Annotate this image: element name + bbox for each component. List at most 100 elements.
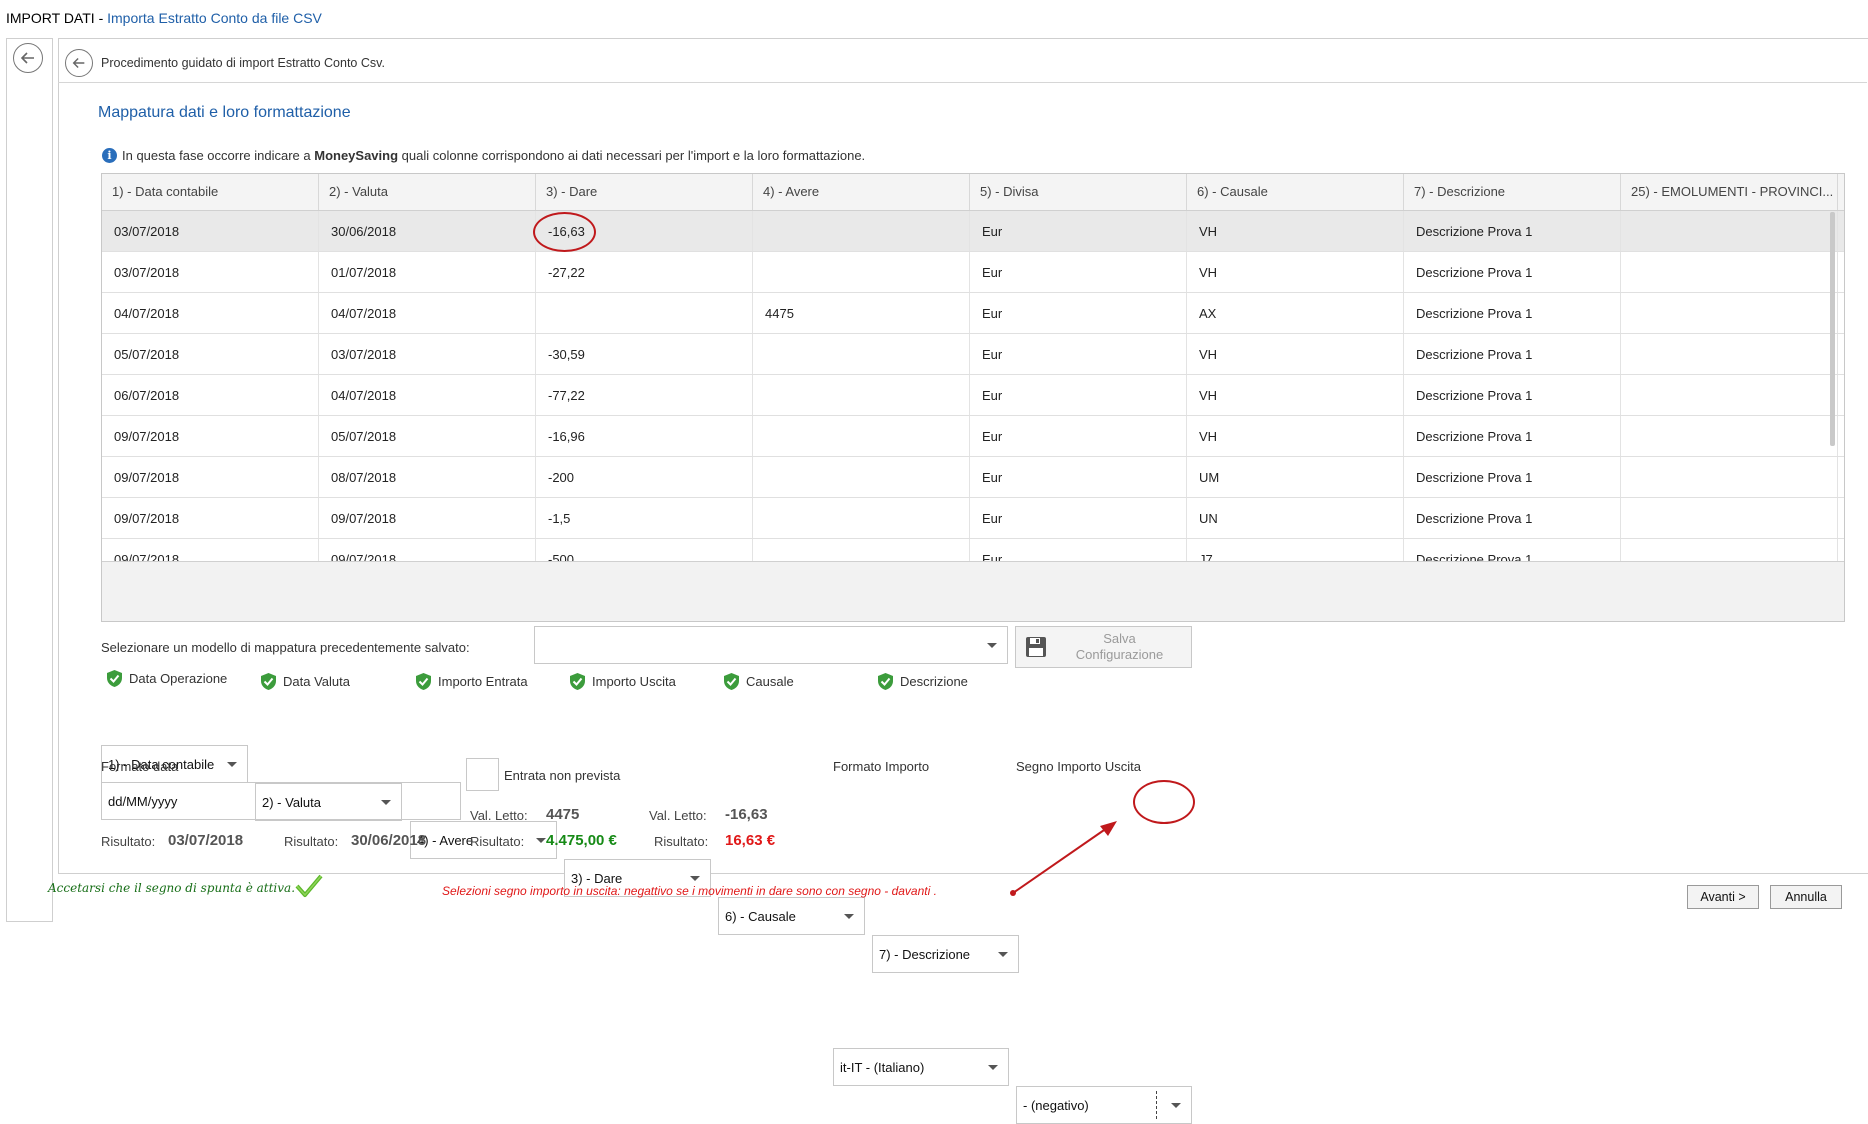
amount-format-value: it-IT - (Italiano) xyxy=(840,1059,925,1075)
table-cell: VH xyxy=(1187,211,1404,251)
chevron-down-icon xyxy=(987,643,997,648)
sign-out-select[interactable]: - (negativo) xyxy=(1016,1086,1192,1124)
save-config-button[interactable]: Salva Configurazione xyxy=(1015,626,1192,668)
column-header[interactable]: 2) - Valuta xyxy=(319,174,536,210)
mapping-label: Importo Entrata xyxy=(415,672,528,691)
header-divider xyxy=(58,82,1867,83)
column-header[interactable]: 1) - Data contabile xyxy=(102,174,319,210)
table-cell: UM xyxy=(1187,457,1404,497)
highlight-ring-dare xyxy=(533,212,596,252)
section-title: Mappatura dati e loro formattazione xyxy=(98,104,351,121)
wizard-header-text: Procedimento guidato di import Estratto … xyxy=(101,56,385,70)
arrow-left-icon xyxy=(72,58,85,68)
check-note: Accetarsi che il segno di spunta è attiv… xyxy=(48,881,296,895)
in-result-label: Risultato: xyxy=(470,834,525,849)
table-cell xyxy=(1621,416,1838,456)
column-header[interactable]: 7) - Descrizione xyxy=(1404,174,1621,210)
table-cell: 09/07/2018 xyxy=(102,416,319,456)
title-subtitle: Importa Estratto Conto da file CSV xyxy=(107,10,322,26)
table-cell: 05/07/2018 xyxy=(319,416,536,456)
table-row[interactable]: 09/07/2018 09/07/2018 -1,5 Eur UN Descrizione… xyxy=(102,498,1844,539)
table-cell xyxy=(753,416,970,456)
table-row[interactable]: 09/07/2018 09/07/2018 -500 Eur J7 Descrizione… xyxy=(102,539,1844,561)
date-op-result: 03/07/2018 xyxy=(168,832,244,849)
highlight-ring-sign xyxy=(1133,780,1195,824)
table-cell: Eur xyxy=(970,375,1187,415)
grid-header: 1) - Data contabile 2) - Valuta 3) - Dare 4… xyxy=(102,174,1844,211)
column-header[interactable]: 25) - EMOLUMENTI - PROVINCI... xyxy=(1621,174,1838,210)
table-cell: Eur xyxy=(970,252,1187,292)
out-read-value: -16,63 xyxy=(725,806,768,823)
table-row[interactable]: 04/07/2018 04/07/2018 4475 Eur AX Descrizione… xyxy=(102,293,1844,334)
table-cell: Descrizione Prova 1 xyxy=(1404,334,1621,374)
table-cell: 30/06/2018 xyxy=(319,211,536,251)
grid-footer xyxy=(102,561,1844,621)
in-read-value: 4475 xyxy=(546,806,580,823)
back-button[interactable] xyxy=(13,43,43,73)
cancel-button[interactable]: Annulla xyxy=(1770,885,1842,909)
table-cell: 09/07/2018 xyxy=(102,498,319,538)
table-row[interactable]: 03/07/2018 30/06/2018 -16,63 Eur VH Descrizio… xyxy=(102,211,1844,252)
table-cell: 01/07/2018 xyxy=(319,252,536,292)
table-row[interactable]: 03/07/2018 01/07/2018 -27,22 Eur VH Descrizio… xyxy=(102,252,1844,293)
shield-check-icon xyxy=(416,673,431,690)
chevron-down-icon xyxy=(988,1065,998,1070)
table-cell: 08/07/2018 xyxy=(319,457,536,497)
table-cell: -500 xyxy=(536,539,753,561)
table-cell: Descrizione Prova 1 xyxy=(1404,498,1621,538)
table-cell: 09/07/2018 xyxy=(319,539,536,561)
table-cell xyxy=(753,211,970,251)
table-row[interactable]: 05/07/2018 03/07/2018 -30,59 Eur VH Descrizio… xyxy=(102,334,1844,375)
table-cell: -200 xyxy=(536,457,753,497)
grid-scrollbar[interactable] xyxy=(1830,212,1835,446)
table-cell xyxy=(1621,457,1838,497)
in-read-label: Val. Letto: xyxy=(470,808,528,823)
title-prefix: IMPORT DATI - xyxy=(6,10,108,26)
table-cell: 03/07/2018 xyxy=(319,334,536,374)
wizard-back-button[interactable] xyxy=(65,49,93,77)
mapping-label: Data Valuta xyxy=(260,672,350,691)
out-result-value: 16,63 € xyxy=(725,832,776,849)
column-header[interactable]: 6) - Causale xyxy=(1187,174,1404,210)
date-format-input[interactable]: dd/MM/yyyy xyxy=(101,782,461,820)
mapping-select-value: 7) - Descrizione xyxy=(879,946,971,962)
model-label: Selezionare un modello di mappatura prec… xyxy=(101,640,470,655)
shield-check-icon xyxy=(261,673,276,690)
mapping-label-text: Importo Uscita xyxy=(592,674,676,689)
table-cell: Eur xyxy=(970,334,1187,374)
table-cell: Descrizione Prova 1 xyxy=(1404,252,1621,292)
next-button[interactable]: Avanti > xyxy=(1687,885,1759,909)
mapping-label: Importo Uscita xyxy=(569,672,676,691)
table-cell: AX xyxy=(1187,293,1404,333)
table-cell: UN xyxy=(1187,498,1404,538)
in-result-value: 4.475,00 € xyxy=(546,832,617,849)
table-cell: Eur xyxy=(970,211,1187,251)
table-cell: Eur xyxy=(970,539,1187,561)
amount-format-label: Formato Importo xyxy=(833,759,930,774)
unexpected-income-checkbox[interactable] xyxy=(466,758,499,791)
mapping-select[interactable]: 7) - Descrizione xyxy=(872,935,1019,973)
table-cell: 03/07/2018 xyxy=(102,211,319,251)
column-header[interactable]: 4) - Avere xyxy=(753,174,970,210)
save-label-1: Salva xyxy=(1103,631,1136,646)
shield-check-icon xyxy=(724,673,739,690)
table-cell xyxy=(1621,334,1838,374)
table-row[interactable]: 06/07/2018 04/07/2018 -77,22 Eur VH Descrizio… xyxy=(102,375,1844,416)
table-row[interactable]: 09/07/2018 08/07/2018 -200 Eur UM Descrizione… xyxy=(102,457,1844,498)
table-cell: -30,59 xyxy=(536,334,753,374)
save-label-2: Configurazione xyxy=(1075,647,1164,662)
table-row[interactable]: 09/07/2018 05/07/2018 -16,96 Eur VH Descrizio… xyxy=(102,416,1844,457)
column-header[interactable]: 5) - Divisa xyxy=(970,174,1187,210)
chevron-down-icon xyxy=(536,838,546,843)
out-result-label: Risultato: xyxy=(654,834,709,849)
csv-preview-grid[interactable]: 1) - Data contabile 2) - Valuta 3) - Dare 4… xyxy=(101,173,1845,622)
info-text-after: quali colonne corrispondono ai dati nece… xyxy=(398,148,866,163)
mapping-select[interactable]: 6) - Causale xyxy=(718,897,865,935)
column-header[interactable]: 3) - Dare xyxy=(536,174,753,210)
chevron-down-icon xyxy=(1171,1103,1181,1108)
date-val-result: 30/06/2018 xyxy=(351,832,427,849)
chevron-down-icon xyxy=(690,876,700,881)
chevron-down-icon xyxy=(844,914,854,919)
amount-format-select[interactable]: it-IT - (Italiano) xyxy=(833,1048,1009,1086)
model-select[interactable] xyxy=(534,626,1008,664)
